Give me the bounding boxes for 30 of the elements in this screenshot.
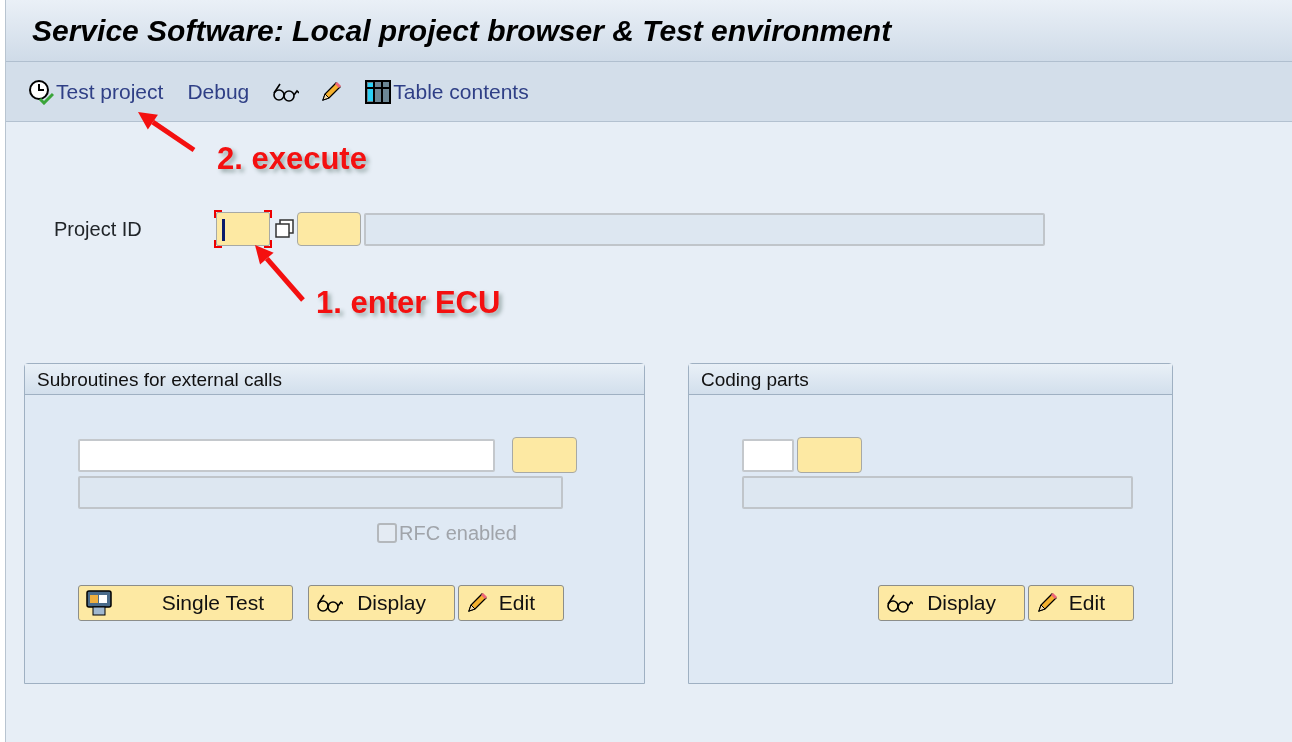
debug-button[interactable]: Debug	[185, 73, 252, 110]
copy-icon[interactable]	[274, 218, 296, 240]
glasses-icon	[315, 592, 343, 614]
test-project-button[interactable]: Test project	[26, 73, 166, 110]
edit-button[interactable]: Edit	[458, 585, 564, 621]
annotation-text: 1. enter ECU	[316, 284, 501, 322]
group-title: Subroutines for external calls	[25, 364, 644, 395]
machine-icon	[85, 589, 115, 617]
project-id-field[interactable]	[216, 212, 270, 246]
window-title: Service Software: Local project browser & Test environment	[32, 13, 892, 49]
lookup-button[interactable]	[512, 437, 577, 473]
input-field[interactable]	[742, 438, 794, 472]
pencil-icon	[1035, 591, 1059, 615]
pencil-icon	[465, 591, 489, 615]
group-title: Coding parts	[689, 364, 1172, 395]
display-button[interactable]: Display	[878, 585, 1025, 621]
field-label: Project ID	[54, 217, 143, 242]
arrow	[138, 112, 196, 153]
edit-button[interactable]: Edit	[1028, 585, 1134, 621]
clock-icon	[28, 78, 54, 105]
table-icon	[365, 79, 392, 104]
single-test-button[interactable]: Single Test	[78, 585, 293, 621]
input-field[interactable]	[78, 438, 495, 472]
lookup-button[interactable]	[797, 437, 862, 473]
annotation-text: 2. execute	[217, 140, 367, 178]
arrow	[255, 245, 305, 302]
pencil-icon[interactable]	[319, 79, 344, 104]
table-contents-button[interactable]: Table contents	[363, 73, 531, 110]
glasses-icon	[885, 592, 913, 614]
display-button[interactable]: Display	[308, 585, 455, 621]
